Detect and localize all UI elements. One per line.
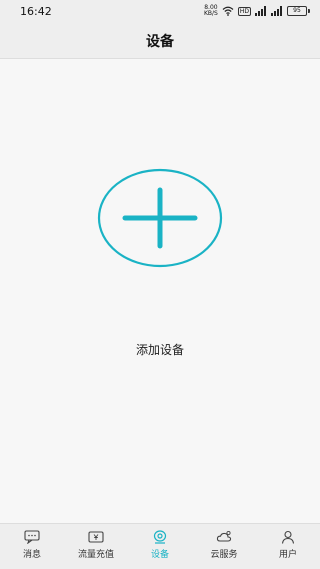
tab-label-messages: 消息 [22,550,41,560]
battery-tip [308,9,310,13]
device-content [0,59,320,523]
hd-badge: HD [237,6,251,16]
status-bar: 16:42 8.00 KB/S HD 95 [0,0,320,22]
signal-icon-sim1 [255,6,266,16]
wifi-icon [222,6,234,16]
add-device-button[interactable] [97,168,223,268]
network-speed-unit: KB/S [203,10,218,17]
add-device-label[interactable]: 添加设备 [0,341,320,358]
nav-bar: 设备 [0,22,320,59]
recharge-icon [88,531,104,543]
device-icon [153,530,167,544]
tab-label-cloud-service: 云服务 [210,550,238,560]
status-icons: 8.00 KB/S HD 95 [204,5,310,17]
screen: 16:42 8.00 KB/S HD 95 设备 添加设备 消息 流量充值 设备… [0,0,320,569]
tab-cloud-service[interactable]: 云服务 [192,524,256,569]
battery-level: 95 [287,6,307,16]
tab-label-device: 设备 [150,550,169,560]
tab-bar: 消息 流量充值 设备 云服务 用户 [0,523,320,569]
battery-icon: 95 [287,6,310,16]
network-speed: 8.00 KB/S [204,5,218,17]
cloud-icon [216,530,232,542]
tab-label-user: 用户 [278,550,297,560]
message-icon [24,530,40,544]
tab-messages[interactable]: 消息 [0,524,64,569]
tab-user[interactable]: 用户 [256,524,320,569]
tab-device[interactable]: 设备 [128,524,192,569]
tab-recharge[interactable]: 流量充值 [64,524,128,569]
status-time: 16:42 [20,5,52,18]
page-title: 设备 [146,34,174,50]
tab-label-recharge: 流量充值 [77,550,114,560]
user-icon [281,530,295,544]
add-icon [97,168,223,268]
signal-icon-sim2 [271,6,282,16]
